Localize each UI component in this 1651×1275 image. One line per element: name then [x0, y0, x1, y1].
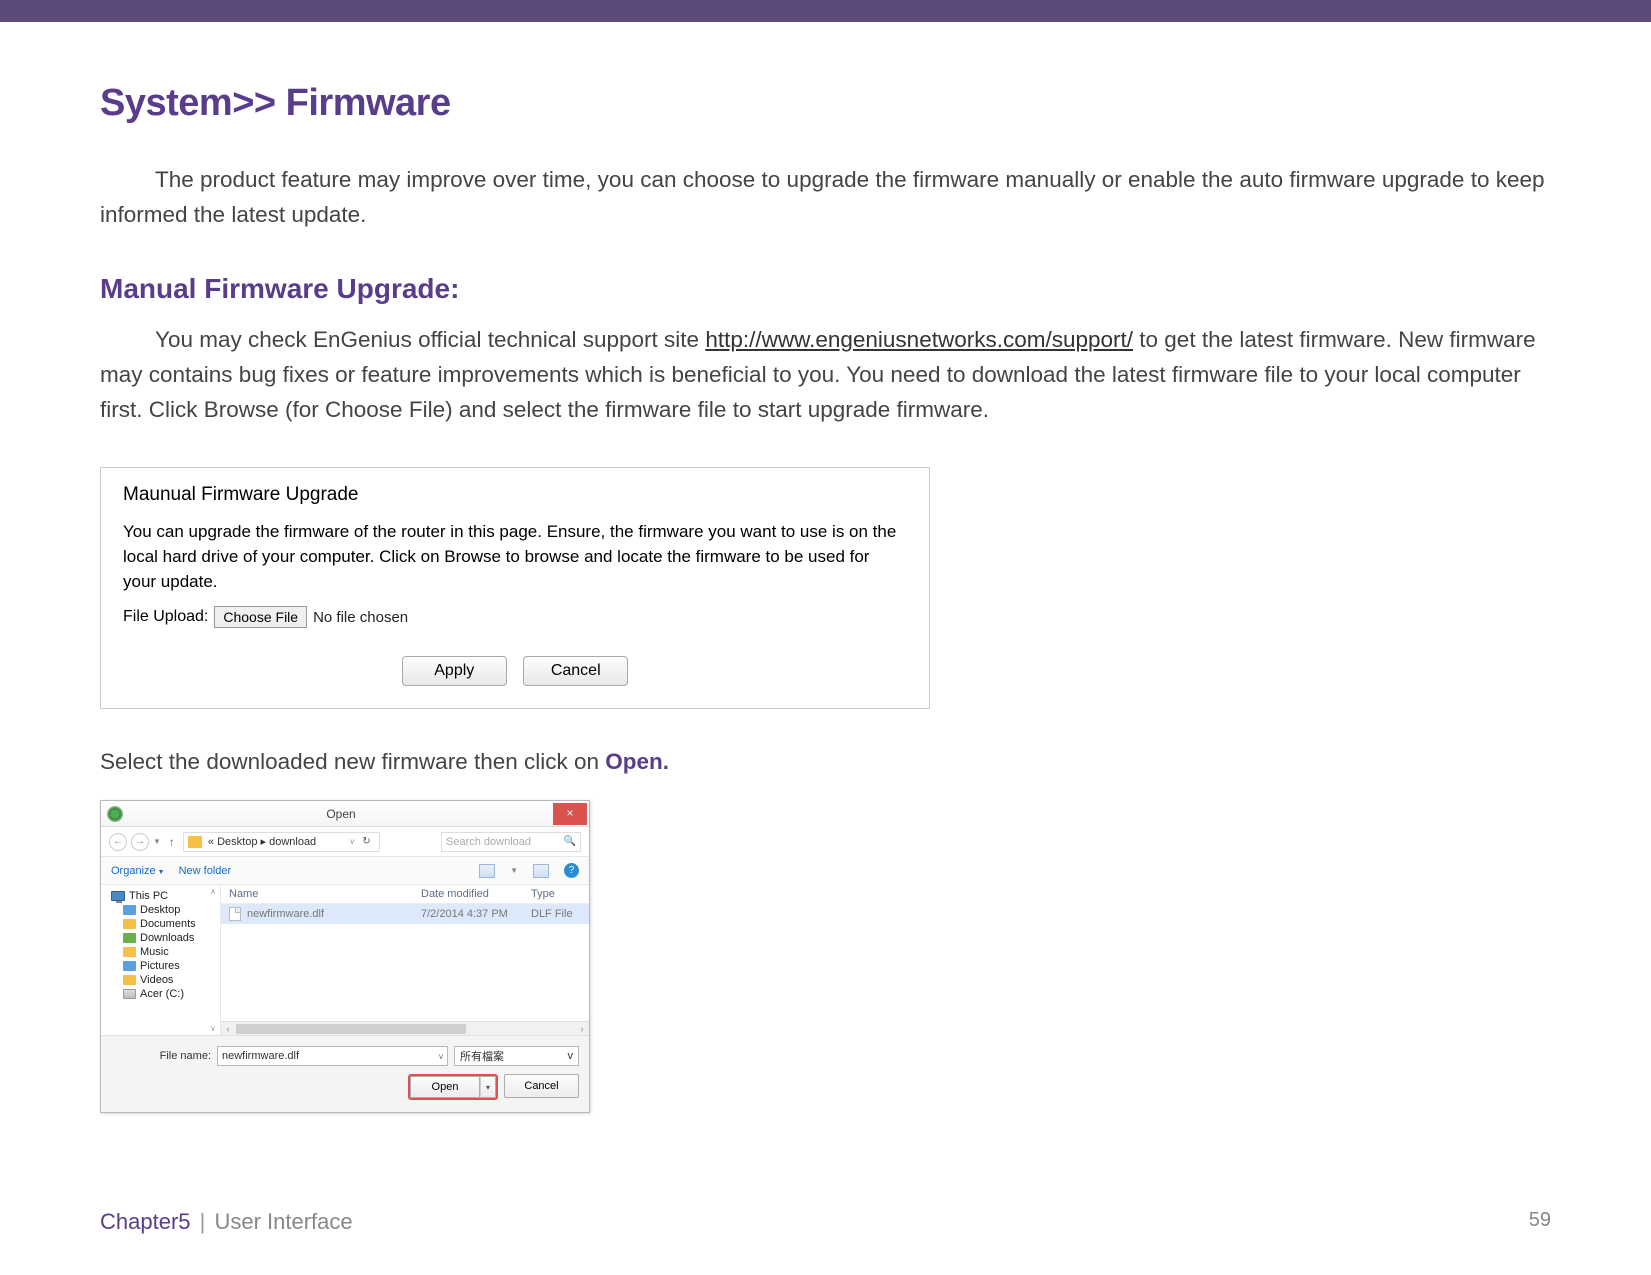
instruction-pre: Select the downloaded new firmware then …	[100, 749, 605, 774]
section-paragraph: You may check EnGenius official technica…	[100, 323, 1551, 428]
open-button[interactable]: Open	[410, 1076, 480, 1098]
page-content: System>> Firmware The product feature ma…	[0, 22, 1651, 1113]
support-link[interactable]: http://www.engeniusnetworks.com/support/	[705, 327, 1133, 352]
page-number: 59	[1529, 1209, 1551, 1235]
file-date: 7/2/2014 4:37 PM	[421, 908, 531, 920]
page-title: System>> Firmware	[100, 82, 1551, 125]
firmware-panel: Maunual Firmware Upgrade You can upgrade…	[100, 467, 930, 709]
col-date[interactable]: Date modified	[421, 888, 531, 900]
apply-button[interactable]: Apply	[402, 656, 507, 686]
file-row-selected[interactable]: newfirmware.dlf 7/2/2014 4:37 PM DLF Fil…	[221, 904, 589, 924]
forward-icon[interactable]: →	[131, 833, 149, 851]
search-input[interactable]: Search download 🔍	[441, 832, 581, 852]
section-pre: You may check EnGenius official technica…	[155, 327, 705, 352]
filename-label: File name:	[111, 1050, 211, 1062]
open-dropdown[interactable]: ▾	[480, 1076, 496, 1098]
dialog-cancel-button[interactable]: Cancel	[504, 1074, 579, 1098]
open-button-group: Open ▾	[408, 1074, 498, 1100]
instruction-text: Select the downloaded new firmware then …	[100, 749, 1551, 775]
help-icon[interactable]: ?	[564, 863, 579, 878]
tree-acer[interactable]: Acer (C:)	[105, 987, 216, 1001]
folder-tree: ∧ This PC Desktop Documents Downloads Mu…	[101, 885, 221, 1035]
file-type: DLF File	[531, 908, 581, 920]
dialog-titlebar: Open ×	[101, 801, 589, 827]
dropdown-icon[interactable]: ▼	[153, 837, 161, 846]
scroll-right-icon[interactable]: ›	[575, 1024, 589, 1034]
tree-music[interactable]: Music	[105, 945, 216, 959]
panel-desc: You can upgrade the firmware of the rout…	[123, 520, 907, 594]
tree-pictures[interactable]: Pictures	[105, 959, 216, 973]
tree-desktop[interactable]: Desktop	[105, 903, 216, 917]
view-dropdown-icon[interactable]: ▼	[510, 866, 518, 875]
tree-scroll-up[interactable]: ∧	[210, 887, 216, 896]
file-list: Name Date modified Type newfirmware.dlf …	[221, 885, 589, 1035]
new-folder-button[interactable]: New folder	[179, 865, 232, 877]
folder-icon	[123, 947, 136, 957]
file-open-dialog: Open × ← → ▼ ↑ « Desktop ▸ download v ↻ …	[100, 800, 590, 1113]
panel-title: Maunual Firmware Upgrade	[123, 484, 907, 506]
preview-icon[interactable]	[533, 864, 549, 878]
cancel-button[interactable]: Cancel	[523, 656, 628, 686]
tree-documents[interactable]: Documents	[105, 917, 216, 931]
dialog-toolbar: Organize▼ New folder ▼ ?	[101, 857, 589, 885]
folder-icon	[123, 919, 136, 929]
chevron-down-icon[interactable]: v	[350, 837, 354, 846]
up-icon[interactable]: ↑	[165, 835, 179, 849]
view-icon[interactable]	[479, 864, 495, 878]
search-placeholder: Search download	[446, 836, 531, 848]
file-name: newfirmware.dlf	[247, 908, 324, 920]
choose-file-button[interactable]: Choose File	[214, 606, 307, 628]
chevron-down-icon[interactable]: v	[439, 1052, 443, 1061]
header-bar	[0, 0, 1651, 22]
chevron-down-icon[interactable]: v	[568, 1050, 574, 1062]
folder-icon	[123, 961, 136, 971]
intro-paragraph: The product feature may improve over tim…	[100, 163, 1551, 233]
path-box[interactable]: « Desktop ▸ download v ↻	[183, 832, 380, 852]
tree-scroll-down[interactable]: ∨	[210, 1024, 216, 1033]
dialog-title: Open	[129, 807, 553, 821]
search-icon: 🔍	[564, 836, 576, 847]
tree-root[interactable]: This PC	[105, 889, 216, 903]
back-icon[interactable]: ←	[109, 833, 127, 851]
file-list-header: Name Date modified Type	[221, 885, 589, 904]
pc-icon	[111, 891, 125, 901]
page-footer: Chapter5 | User Interface 59	[100, 1209, 1551, 1235]
file-icon	[229, 907, 241, 921]
col-name[interactable]: Name	[229, 888, 421, 900]
dialog-footer: File name: newfirmware.dlfv 所有檔案v Open ▾…	[101, 1035, 589, 1112]
organize-menu[interactable]: Organize▼	[111, 865, 165, 877]
folder-icon	[123, 975, 136, 985]
folder-icon	[123, 905, 136, 915]
intro-text: The product feature may improve over tim…	[100, 167, 1545, 227]
file-upload-row: File Upload: Choose File No file chosen	[123, 606, 907, 628]
refresh-icon[interactable]: ↻	[358, 836, 374, 847]
tree-downloads[interactable]: Downloads	[105, 931, 216, 945]
folder-icon	[123, 933, 136, 943]
no-file-text: No file chosen	[313, 609, 408, 626]
horizontal-scrollbar[interactable]: ‹ ›	[221, 1021, 589, 1035]
close-icon[interactable]: ×	[553, 803, 587, 825]
scroll-left-icon[interactable]: ‹	[221, 1024, 235, 1034]
instruction-highlight: Open.	[605, 749, 669, 774]
tree-videos[interactable]: Videos	[105, 973, 216, 987]
breadcrumb: « Desktop ▸ download	[208, 835, 316, 848]
chapter-label: Chapter5 | User Interface	[100, 1209, 353, 1235]
file-upload-label: File Upload:	[123, 608, 208, 626]
filetype-filter[interactable]: 所有檔案v	[454, 1046, 579, 1066]
scroll-thumb[interactable]	[236, 1024, 466, 1034]
section-heading: Manual Firmware Upgrade:	[100, 273, 1551, 305]
disk-icon	[123, 989, 136, 999]
col-type[interactable]: Type	[531, 888, 581, 900]
folder-icon	[188, 836, 202, 848]
app-icon	[107, 806, 123, 822]
dialog-nav: ← → ▼ ↑ « Desktop ▸ download v ↻ Search …	[101, 827, 589, 857]
filename-input[interactable]: newfirmware.dlfv	[217, 1046, 448, 1066]
